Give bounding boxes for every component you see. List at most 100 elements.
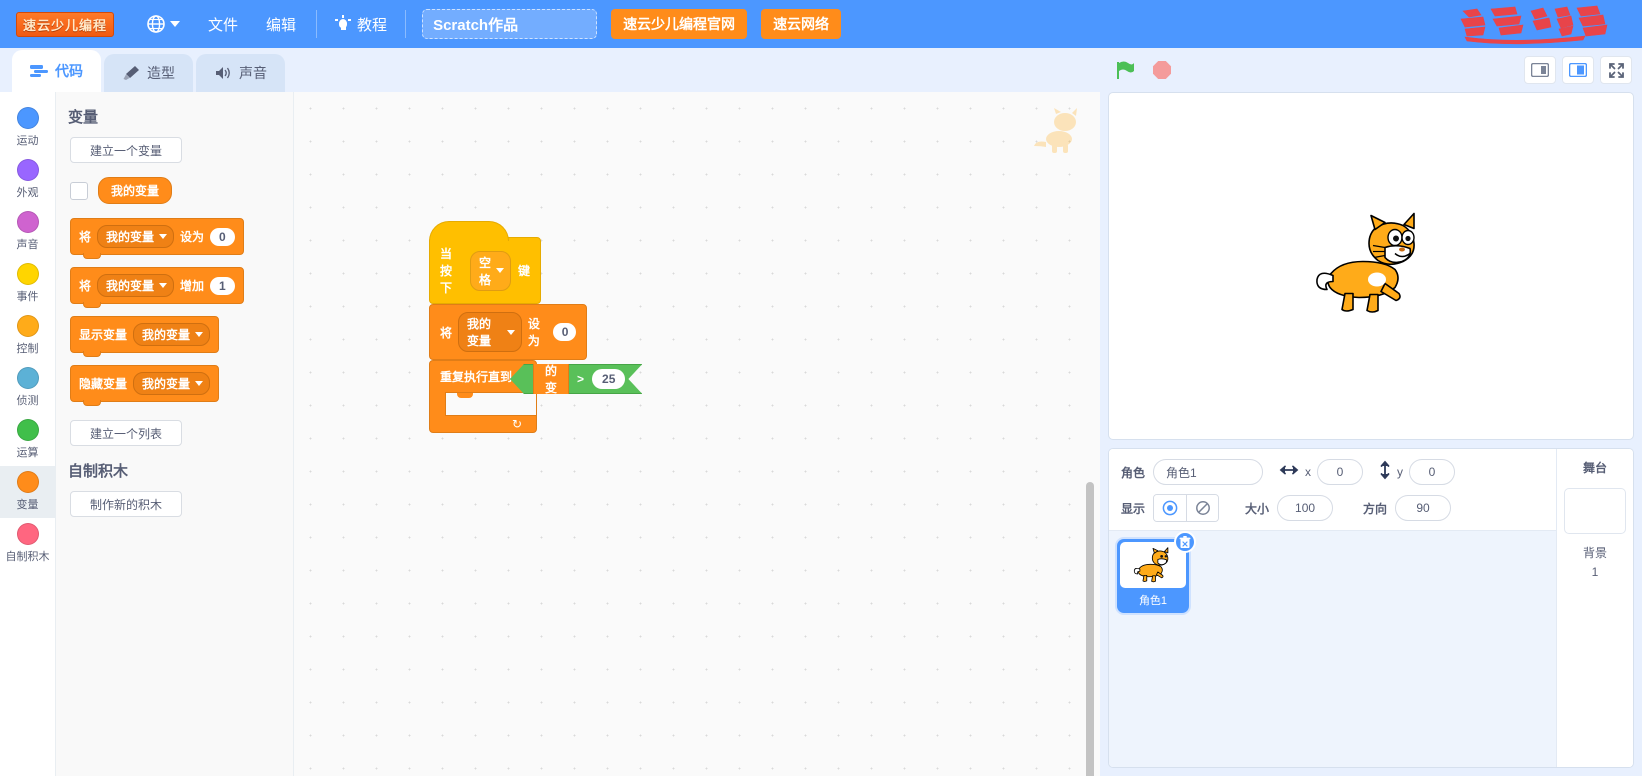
normal-stage-button[interactable]: [1562, 56, 1594, 84]
make-variable-button[interactable]: 建立一个变量: [70, 137, 182, 163]
stop-button[interactable]: [1152, 60, 1172, 80]
category-sensing[interactable]: 侦测: [0, 362, 55, 414]
green-flag-button[interactable]: [1114, 59, 1136, 81]
hat-suffix: 键: [518, 262, 530, 279]
stage-backdrop-thumbnail[interactable]: [1564, 488, 1626, 534]
official-site-button[interactable]: 速云少儿编程官网: [611, 9, 747, 39]
stop-octagon-icon: [1152, 60, 1172, 80]
sprite-info-row-1: 角色 x: [1121, 459, 1544, 485]
category-sound[interactable]: 声音: [0, 206, 55, 258]
hat-key-dropdown[interactable]: 空格: [470, 251, 511, 291]
make-block-button[interactable]: 制作新的积木: [70, 491, 182, 517]
hat-key-value: 空格: [479, 254, 491, 288]
stage-canvas[interactable]: [1108, 92, 1634, 440]
set-block-variable-dropdown[interactable]: 我的变量: [97, 225, 174, 248]
make-list-button[interactable]: 建立一个列表: [70, 420, 182, 446]
block-set-variable[interactable]: 将 我的变量 设为 0: [429, 304, 587, 360]
script-set-variable-dropdown[interactable]: 我的变量: [458, 312, 522, 352]
variable-monitor-checkbox[interactable]: [70, 182, 88, 200]
block-when-key-pressed[interactable]: 当按下 空格 键: [429, 237, 541, 304]
hat-prefix: 当按下: [440, 245, 463, 296]
change-block-variable-dropdown[interactable]: 我的变量: [97, 274, 174, 297]
script-set-value-input[interactable]: 0: [553, 323, 576, 341]
code-icon: [30, 64, 48, 78]
sprite-direction-label: 方向: [1363, 500, 1387, 517]
palette-block-set-variable[interactable]: 将 我的变量 设为 0: [70, 218, 244, 255]
repeat-until-label: 重复执行直到: [440, 368, 512, 385]
sprite-direction-input[interactable]: [1395, 495, 1451, 521]
language-selector[interactable]: [146, 14, 180, 34]
sprite-show-label: 显示: [1121, 500, 1145, 517]
sprite-thumbnail-cat-icon: [1133, 547, 1173, 583]
horizontal-arrow-icon: [1279, 463, 1299, 481]
menu-divider-1: [316, 10, 317, 38]
tab-sounds[interactable]: 声音: [196, 54, 285, 92]
sprite-panel: 角色 x: [1108, 448, 1634, 768]
tab-costumes-label: 造型: [147, 63, 175, 83]
project-title-input[interactable]: [422, 9, 597, 39]
stage-sprite-cat[interactable]: [1315, 212, 1427, 321]
change-block-value-input[interactable]: 1: [210, 277, 235, 295]
set-block-prefix: 将: [79, 228, 91, 245]
script-workspace[interactable]: 当按下 空格 键 将 我的变量 设为: [294, 92, 1100, 776]
category-looks[interactable]: 外观: [0, 154, 55, 206]
set-block-value-input[interactable]: 0: [210, 228, 235, 246]
fullscreen-icon: [1608, 62, 1625, 79]
show-block-variable-dropdown[interactable]: 我的变量: [133, 323, 210, 346]
category-my-blocks[interactable]: 自制积木: [0, 518, 55, 570]
editor-column: 代码 造型 声音: [0, 48, 1100, 776]
category-events[interactable]: 事件: [0, 258, 55, 310]
sprite-info-form: 角色 x: [1109, 449, 1556, 531]
loop-arrow-icon: ↻: [512, 417, 522, 431]
sprite-y-input[interactable]: [1409, 459, 1455, 485]
tab-code[interactable]: 代码: [12, 50, 101, 92]
category-variables[interactable]: 变量: [0, 466, 55, 518]
hide-block-variable-dropdown[interactable]: 我的变量: [133, 372, 210, 395]
variable-reporter-my-variable[interactable]: 我的变量: [98, 177, 172, 204]
hat-block-cap: [429, 221, 509, 241]
palette-block-hide-variable[interactable]: 隐藏变量 我的变量: [70, 365, 219, 402]
sprite-x-input[interactable]: [1317, 459, 1363, 485]
block-greater-than[interactable]: 我的变量 > 25: [510, 364, 642, 394]
script-stack[interactable]: 当按下 空格 键 将 我的变量 设为: [429, 237, 587, 433]
category-control[interactable]: 控制: [0, 310, 55, 362]
sprite-y-label: y: [1397, 465, 1403, 479]
category-sensing-dot: [17, 367, 39, 389]
category-motion[interactable]: 运动: [0, 102, 55, 154]
sprite-size-input[interactable]: [1277, 495, 1333, 521]
script-set-variable-name: 我的变量: [467, 315, 502, 349]
hide-block-variable-name: 我的变量: [142, 375, 190, 392]
stage-selector-title: 舞台: [1583, 459, 1607, 476]
sprite-list[interactable]: 角色1: [1109, 531, 1556, 767]
scratch-cat-icon: [1315, 212, 1427, 316]
sprite-hidden-button[interactable]: [1186, 495, 1218, 521]
block-repeat-until[interactable]: 重复执行直到 ↻ 我的变量 > 25: [429, 360, 537, 433]
menu-tutorial-label: 教程: [357, 14, 387, 35]
sprite-visible-button[interactable]: [1154, 495, 1186, 521]
stage-selector[interactable]: 舞台 背景 1: [1557, 449, 1633, 767]
menu-file[interactable]: 文件: [194, 8, 252, 41]
block-palette[interactable]: 变量 建立一个变量 我的变量 将 我的变量 设为 0 将: [56, 92, 294, 776]
menu-edit[interactable]: 编辑: [252, 8, 310, 41]
sprite-delete-button[interactable]: [1174, 531, 1196, 553]
category-control-label: 控制: [17, 340, 39, 356]
sprite-card-1[interactable]: 角色1: [1117, 539, 1189, 613]
stage-controls-bar: [1108, 48, 1634, 92]
workspace-vertical-scrollbar[interactable]: [1086, 482, 1094, 776]
sprite-name-input[interactable]: [1153, 459, 1263, 485]
tab-costumes[interactable]: 造型: [104, 54, 193, 92]
palette-block-change-variable[interactable]: 将 我的变量 增加 1: [70, 267, 244, 304]
category-rail: 运动 外观 声音 事件 控制: [0, 92, 56, 776]
fullscreen-button[interactable]: [1600, 56, 1632, 84]
stage-backdrop-label-line2: 1: [1583, 563, 1607, 582]
repeat-until-mouth[interactable]: [445, 392, 536, 416]
category-operators[interactable]: 运算: [0, 414, 55, 466]
menu-tutorial[interactable]: 教程: [323, 8, 399, 41]
category-events-dot: [17, 263, 39, 285]
small-stage-button[interactable]: [1524, 56, 1556, 84]
condition-right-input[interactable]: 25: [592, 369, 625, 389]
palette-block-show-variable[interactable]: 显示变量 我的变量: [70, 316, 219, 353]
category-looks-label: 外观: [17, 184, 39, 200]
app-logo-text: 速云少儿编程: [16, 12, 114, 37]
network-site-button[interactable]: 速云网络: [761, 9, 841, 39]
